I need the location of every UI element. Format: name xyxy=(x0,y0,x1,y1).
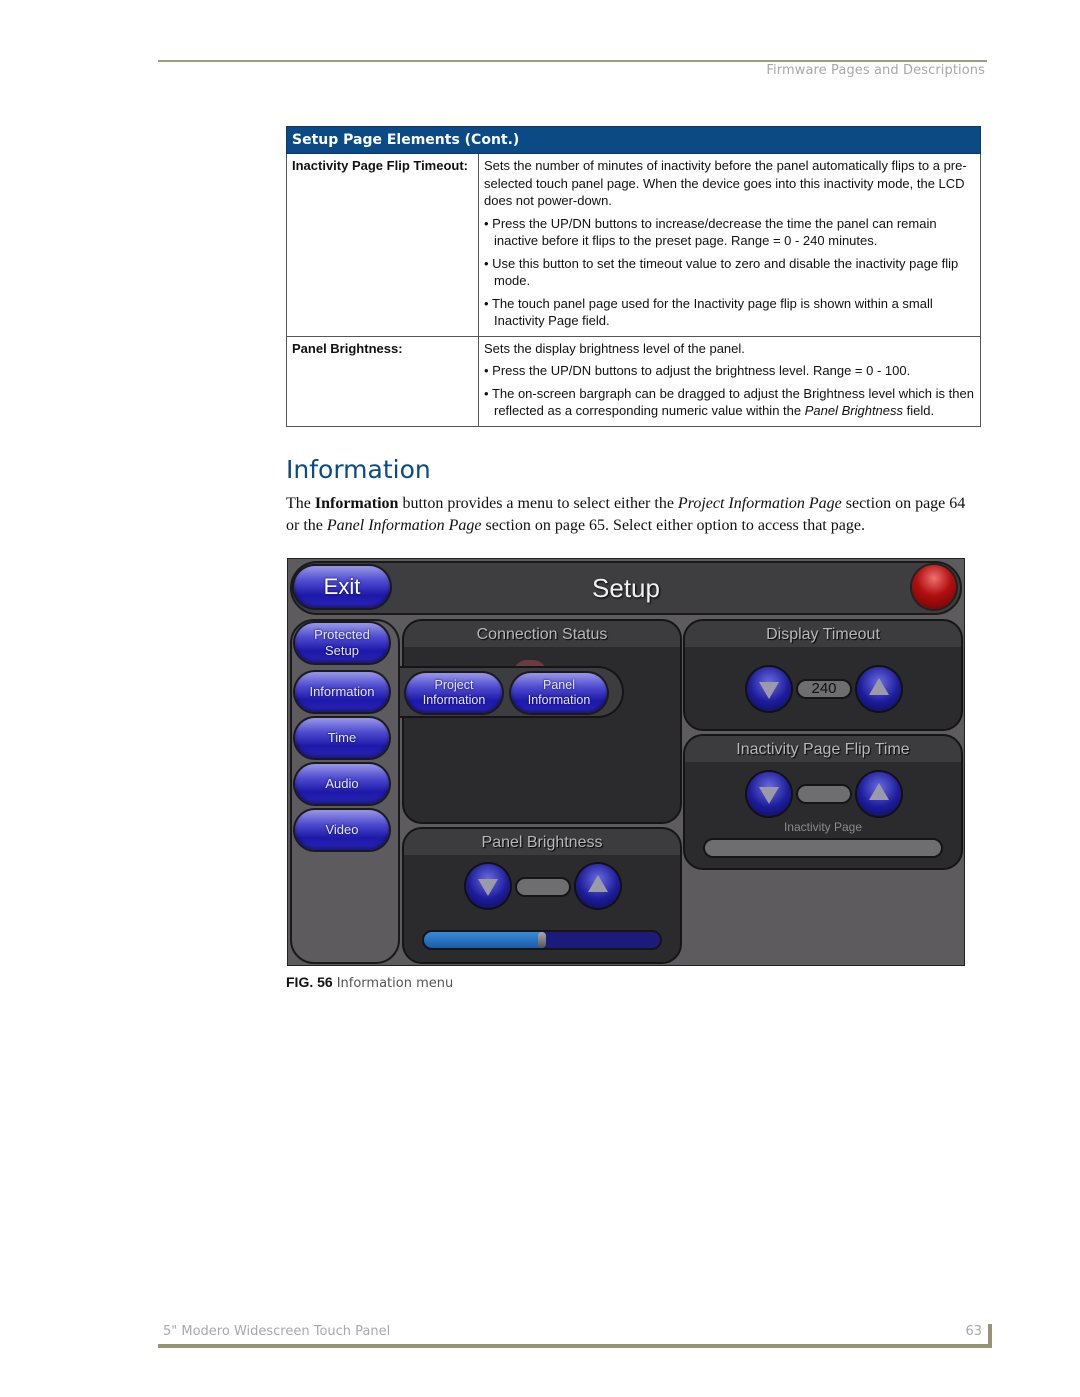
inactivity-page-label: Inactivity Page xyxy=(783,820,863,834)
slider-thumb[interactable] xyxy=(538,932,546,948)
section-heading: Panel Brightness xyxy=(404,829,680,855)
section-heading: Connection Status xyxy=(404,621,680,647)
running-header: Firmware Pages and Descriptions xyxy=(766,63,985,78)
description-cell: Sets the display brightness level of the… xyxy=(478,335,981,427)
display-timeout-down-button[interactable] xyxy=(747,667,791,711)
section-heading: Inactivity Page Flip Time xyxy=(685,736,961,762)
brightness-down-button[interactable] xyxy=(466,864,510,908)
brightness-up-button[interactable] xyxy=(576,864,620,908)
sidebar-item-audio[interactable]: Audio xyxy=(295,764,389,804)
table-row: Inactivity Page Flip Timeout: Sets the n… xyxy=(286,153,981,337)
display-timeout-up-button[interactable] xyxy=(857,667,901,711)
arrow-down-icon xyxy=(759,682,779,699)
title-bar: Setup xyxy=(290,561,962,615)
page-number: 63 xyxy=(965,1324,982,1339)
table-title: Setup Page Elements (Cont.) xyxy=(286,126,981,154)
header-rule xyxy=(158,60,987,62)
setup-elements-table: Setup Page Elements (Cont.) Inactivity P… xyxy=(286,126,981,427)
bullet-item: • Use this button to set the timeout val… xyxy=(484,255,959,289)
sidebar-item-protected-setup[interactable]: Protected Setup xyxy=(295,623,389,663)
panel-brightness-section: Panel Brightness xyxy=(402,827,682,964)
description-text: Sets the display brightness level of the… xyxy=(484,340,745,356)
status-red-button[interactable] xyxy=(912,565,956,609)
table-row: Panel Brightness: Sets the display brigh… xyxy=(286,335,981,427)
arrow-down-icon xyxy=(478,879,498,896)
footer-product: 5" Modero Widescreen Touch Panel xyxy=(163,1324,391,1339)
exit-button[interactable]: Exit xyxy=(294,566,390,608)
term-panel-brightness: Panel Brightness: xyxy=(286,335,479,427)
brightness-slider[interactable] xyxy=(422,930,662,950)
inactivity-page-field xyxy=(703,838,943,858)
intro-paragraph: The Information button provides a menu t… xyxy=(286,495,966,534)
bullet-item: • Press the UP/DN buttons to adjust the … xyxy=(484,363,911,378)
footer-rule xyxy=(158,1344,992,1348)
footer-tick xyxy=(988,1324,992,1348)
bullet-item: • The touch panel page used for the Inac… xyxy=(484,295,933,329)
connection-status-section: Connection Status xyxy=(402,619,682,824)
slider-fill xyxy=(424,932,542,948)
section-title: Information xyxy=(286,455,431,484)
project-information-button[interactable]: Project Information xyxy=(406,673,502,713)
information-flyout-menu: Project Information Panel Information xyxy=(400,666,624,718)
description-text: Sets the number of minutes of inactivity… xyxy=(484,158,967,208)
sidebar-item-time[interactable]: Time xyxy=(295,718,389,758)
figure-caption: FIG. 56 Information menu xyxy=(286,974,454,991)
display-timeout-section: Display Timeout 240 xyxy=(683,619,963,731)
inactivity-value xyxy=(796,784,852,804)
brightness-value xyxy=(515,877,571,897)
term-inactivity-flip: Inactivity Page Flip Timeout: xyxy=(286,153,479,337)
panel-title: Setup xyxy=(592,573,660,603)
panel-information-button[interactable]: Panel Information xyxy=(511,673,607,713)
inactivity-up-button[interactable] xyxy=(857,772,901,816)
sidebar-item-video[interactable]: Video xyxy=(295,810,389,850)
section-heading: Display Timeout xyxy=(685,621,961,647)
inactivity-down-button[interactable] xyxy=(747,772,791,816)
inactivity-flip-section: Inactivity Page Flip Time Inactivity Pag… xyxy=(683,734,963,870)
bullet-item: • The on-screen bargraph can be dragged … xyxy=(484,385,974,419)
arrow-up-icon xyxy=(869,678,889,695)
bullet-item: • Press the UP/DN buttons to increase/de… xyxy=(484,215,937,249)
touch-panel-screenshot: Setup Exit Protected Setup Information T… xyxy=(287,558,965,966)
arrow-up-icon xyxy=(588,875,608,892)
display-timeout-value: 240 xyxy=(796,679,852,699)
description-cell: Sets the number of minutes of inactivity… xyxy=(478,153,981,337)
sidebar-item-information[interactable]: Information xyxy=(295,672,389,712)
arrow-down-icon xyxy=(759,787,779,804)
arrow-up-icon xyxy=(869,783,889,800)
